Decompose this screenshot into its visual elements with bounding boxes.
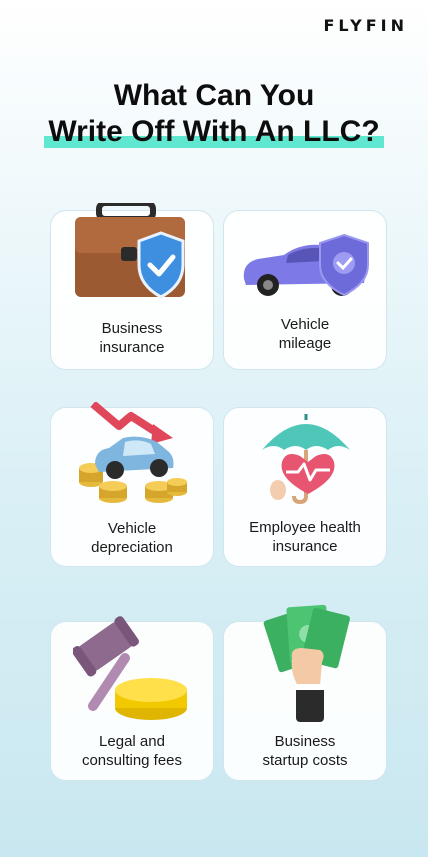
card-business-insurance: Business insurance (50, 203, 214, 370)
hand-money-icon (263, 604, 350, 722)
card-vehicle-depreciation: Vehicle depreciation (50, 402, 214, 567)
card-label-line-1: Legal and (99, 733, 165, 750)
card-label-line-2: mileage (278, 335, 332, 352)
card-label-line-1: Employee health (249, 519, 361, 536)
card-label-line-2: startup costs (262, 752, 348, 769)
title-line-1: What Can You (113, 79, 315, 112)
page-title: What Can You Write Off With An LLC? (0, 78, 428, 150)
gavel-icon (73, 616, 187, 720)
card-business-startup-costs: Business startup costs (223, 604, 387, 781)
title-line-2: Write Off With An LLC? (44, 115, 385, 148)
card-label-line-1: Business (101, 320, 163, 337)
briefcase-shield-icon (75, 203, 185, 299)
card-employee-health-insurance: Employee health insurance (223, 407, 387, 567)
car-coins-down-arrow-icon (79, 402, 187, 503)
card-label-line-2: depreciation (91, 539, 173, 556)
card-label-line-1: Business (274, 733, 336, 750)
card-label-line-1: Vehicle (280, 316, 330, 333)
card-vehicle-mileage: Vehicle mileage (223, 210, 387, 370)
card-legal-consulting-fees: Legal and consulting fees (50, 616, 214, 781)
brand-logo: FLYFIN (323, 16, 408, 35)
car-shield-icon (243, 233, 369, 297)
card-label-line-1: Vehicle (107, 520, 157, 537)
card-label-line-2: insurance (99, 339, 165, 356)
umbrella-heart-icon (262, 414, 350, 504)
card-label-line-2: insurance (272, 538, 338, 555)
card-label-line-2: consulting fees (81, 752, 183, 769)
